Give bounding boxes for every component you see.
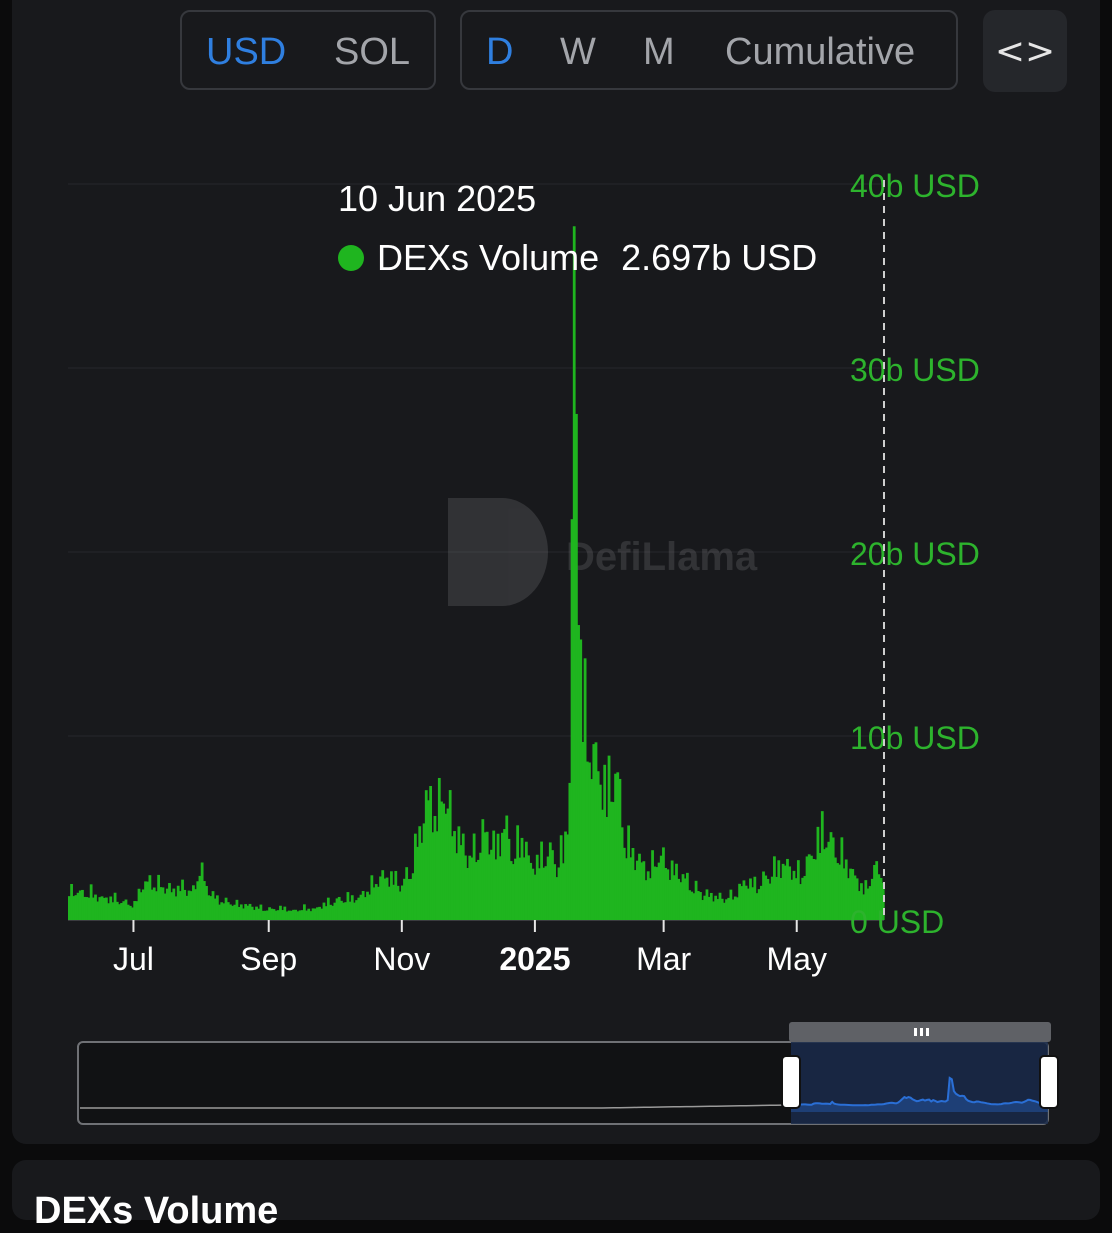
x-tick-label: Jul <box>113 941 154 977</box>
tooltip-row: DEXs Volume 2.697b USD <box>338 237 817 279</box>
section-title: DEXs Volume <box>34 1190 279 1232</box>
tooltip-series-name: DEXs Volume <box>377 237 600 278</box>
watermark-text: DefiLlama <box>566 535 758 579</box>
brush-handle-right[interactable] <box>1039 1055 1059 1109</box>
y-tick-label: 30b USD <box>850 352 980 388</box>
brush-handle-left[interactable] <box>781 1055 801 1109</box>
x-tick-label: Sep <box>240 941 297 977</box>
watermark: DefiLlama <box>448 498 758 606</box>
y-tick-label: 20b USD <box>850 536 980 572</box>
y-axis-ticks: 0 USD 10b USD 20b USD 30b USD 40b USD <box>850 168 980 940</box>
tooltip-date: 10 Jun 2025 <box>338 178 537 219</box>
brush-grip-icon <box>914 1028 929 1036</box>
x-tick-label: May <box>767 941 827 977</box>
dex-volume-chart[interactable]: DefiLlama 0 USD 10b USD 20b USD 30b USD 40b … <box>0 0 1112 1200</box>
tooltip-value: 2.697b USD <box>621 237 818 278</box>
y-tick-label: 0 USD <box>850 904 944 940</box>
range-brush[interactable] <box>77 1022 1059 1125</box>
x-tick-label: 2025 <box>499 941 570 977</box>
y-tick-label: 40b USD <box>850 168 980 204</box>
dex-volume-section: DEXs Volume <box>12 1160 1100 1232</box>
llama-logo-icon <box>448 498 548 606</box>
x-axis-ticks: Jul Sep Nov 2025 Mar May <box>113 920 827 977</box>
x-tick-label: Nov <box>373 941 430 977</box>
series-dot-icon <box>338 245 364 271</box>
y-tick-label: 10b USD <box>850 720 980 756</box>
x-tick-label: Mar <box>636 941 691 977</box>
